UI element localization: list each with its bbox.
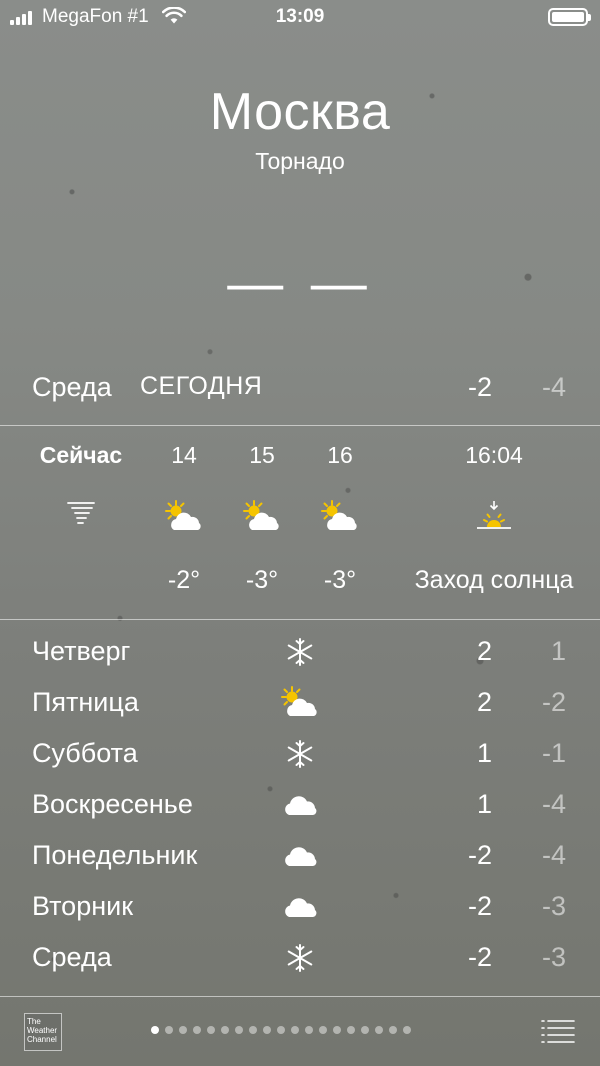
daily-row: Воскресенье 1 -4 [0, 785, 600, 825]
page-dot[interactable] [235, 1026, 243, 1034]
bottom-toolbar: The Weather Channel [0, 997, 600, 1066]
page-dot[interactable] [249, 1026, 257, 1034]
hourly-forecast[interactable]: Сейчас 14 -2° 15 -3° 16 -3° 16:04 Заход … [0, 426, 600, 618]
daily-row: Среда -2 -3 [0, 938, 600, 978]
hour-label: 16 [327, 442, 353, 468]
daily-row: Понедельник -2 -4 [0, 836, 600, 876]
status-bar: MegaFon #1 13:09 [0, 0, 600, 34]
hour-label: 16:04 [465, 442, 523, 468]
day-low: -2 [541, 687, 566, 717]
page-dot[interactable] [277, 1026, 285, 1034]
day-name: Понедельник [32, 840, 198, 870]
today-high: -2 [467, 372, 492, 402]
day-high: -2 [467, 942, 492, 972]
status-time: 13:09 [275, 6, 325, 27]
logo-text-line: Weather [27, 1026, 58, 1035]
day-low: -3 [541, 891, 566, 921]
page-dot[interactable] [403, 1026, 411, 1034]
snow-icon [276, 634, 324, 670]
page-dot[interactable] [207, 1026, 215, 1034]
page-dot[interactable] [263, 1026, 271, 1034]
daily-row: Суббота 1 -1 [0, 734, 600, 774]
hour-label: Сейчас [39, 442, 123, 468]
day-low: -3 [541, 942, 566, 972]
hour-temp: -2° [167, 566, 201, 594]
snow-icon [276, 940, 324, 976]
page-dot[interactable] [305, 1026, 313, 1034]
battery-icon [548, 8, 591, 26]
hour-label: 14 [171, 442, 197, 468]
day-low: -1 [541, 738, 566, 768]
hour-temp: -3° [323, 566, 357, 594]
day-high: 2 [476, 687, 492, 717]
page-dot[interactable] [193, 1026, 201, 1034]
page-dot[interactable] [361, 1026, 369, 1034]
daily-row: Четверг 2 1 [0, 632, 600, 672]
divider-middle [0, 619, 600, 620]
page-dot[interactable] [179, 1026, 187, 1034]
day-high: 1 [476, 789, 492, 819]
current-condition: Торнадо [255, 148, 345, 174]
cloud-icon [276, 838, 324, 874]
page-indicator[interactable] [151, 1026, 411, 1034]
page-dot[interactable] [221, 1026, 229, 1034]
today-low: -4 [541, 372, 566, 402]
logo-text-line: The [27, 1017, 41, 1026]
page-dot[interactable] [389, 1026, 397, 1034]
weather-channel-logo[interactable]: The Weather Channel [24, 1013, 62, 1051]
day-name: Суббота [32, 738, 138, 768]
day-name: Пятница [32, 687, 139, 717]
partly-cloudy-icon [224, 500, 300, 534]
hour-label: 15 [249, 442, 275, 468]
snow-icon [276, 736, 324, 772]
page-dot[interactable] [347, 1026, 355, 1034]
day-name: Вторник [32, 891, 134, 921]
partly-cloudy-icon [302, 500, 378, 534]
page-dot[interactable] [151, 1026, 159, 1034]
day-high: -2 [467, 891, 492, 921]
current-temperature: — — [227, 251, 373, 314]
logo-text-line: Channel [27, 1035, 57, 1044]
sunset-label: Заход солнца [414, 566, 574, 594]
day-name: Четверг [32, 636, 131, 666]
day-low: -4 [541, 840, 566, 870]
hour-temp: -3° [245, 566, 279, 594]
today-row: Среда СЕГОДНЯ -2 -4 [0, 368, 600, 408]
today-day-name: Среда [32, 372, 112, 402]
page-dot[interactable] [375, 1026, 383, 1034]
day-high: 1 [476, 738, 492, 768]
daily-row: Вторник -2 -3 [0, 887, 600, 927]
daily-row: Пятница 2 -2 [0, 683, 600, 723]
city-name: Москва [209, 83, 391, 141]
page-dot[interactable] [291, 1026, 299, 1034]
partly-cloudy-icon [276, 685, 324, 721]
day-name: Воскресенье [32, 789, 193, 819]
cloud-icon [276, 889, 324, 925]
page-dot[interactable] [319, 1026, 327, 1034]
partly-cloudy-icon [146, 500, 222, 534]
page-dot[interactable] [165, 1026, 173, 1034]
day-high: 2 [476, 636, 492, 666]
list-icon [541, 1020, 575, 1043]
day-high: -2 [467, 840, 492, 870]
city-list-button[interactable] [540, 1017, 576, 1045]
sunset-icon [390, 500, 598, 534]
page-dot[interactable] [333, 1026, 341, 1034]
day-low: -4 [541, 789, 566, 819]
tornado-icon [22, 500, 140, 534]
cloud-icon [276, 787, 324, 823]
today-label: СЕГОДНЯ [140, 372, 263, 400]
day-low: 1 [550, 636, 566, 666]
day-name: Среда [32, 942, 112, 972]
